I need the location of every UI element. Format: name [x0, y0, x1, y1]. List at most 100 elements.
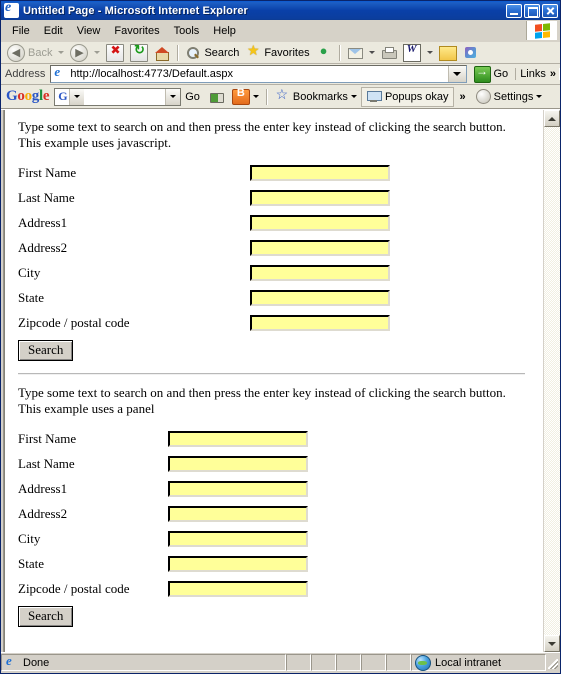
favorites-button[interactable]: Favorites — [242, 42, 312, 62]
notes-button[interactable] — [436, 44, 460, 62]
label-zipcode-panel: Zipcode / postal code — [18, 580, 130, 596]
input-zipcode-panel[interactable] — [168, 580, 308, 597]
print-button[interactable] — [378, 44, 400, 62]
input-last-name-panel[interactable] — [168, 455, 308, 472]
form-row: First Name — [18, 426, 543, 451]
resize-grip[interactable] — [546, 654, 560, 671]
google-search-input[interactable]: G — [54, 87, 182, 106]
magnifier-icon — [185, 45, 201, 61]
links-chevron-icon[interactable]: » — [550, 68, 556, 80]
status-message-pane: Done — [1, 653, 286, 671]
google-overflow-chevron-icon[interactable]: » — [460, 91, 466, 103]
input-address1-panel[interactable] — [168, 480, 308, 497]
google-bookmarks-button[interactable]: Bookmarks — [270, 86, 361, 106]
input-address2-panel[interactable] — [168, 505, 308, 522]
edit-word-button[interactable] — [400, 43, 424, 63]
label-address2: Address2 — [18, 239, 68, 255]
input-address2[interactable] — [250, 239, 390, 256]
google-g-icon: G — [58, 89, 68, 103]
label-state: State — [18, 289, 44, 305]
label-state-panel: State — [18, 555, 44, 571]
input-city[interactable] — [250, 264, 390, 281]
google-go-label: Go — [185, 90, 200, 103]
input-state[interactable] — [250, 289, 390, 306]
home-button[interactable] — [151, 44, 173, 62]
search-button-panel[interactable]: Search — [18, 606, 74, 627]
word-icon — [402, 43, 421, 62]
vertical-scrollbar[interactable] — [543, 110, 560, 652]
popup-blocker-button[interactable]: Popups okay — [360, 86, 454, 107]
media-button[interactable] — [313, 43, 335, 62]
section-1-button-row: Search — [18, 335, 543, 361]
security-zone-text: Local intranet — [435, 656, 502, 669]
page-icon — [53, 64, 68, 81]
menu-help[interactable]: Help — [206, 23, 243, 39]
google-go-button[interactable]: Go — [181, 90, 204, 104]
refresh-button[interactable] — [127, 42, 151, 63]
go-button[interactable]: Go — [471, 64, 512, 84]
messenger-button[interactable] — [460, 44, 482, 62]
form-row: Zipcode / postal code — [18, 310, 543, 335]
input-zipcode[interactable] — [250, 314, 390, 331]
messenger-icon — [463, 45, 479, 61]
menu-favorites[interactable]: Favorites — [107, 23, 166, 39]
stop-icon — [106, 43, 125, 62]
scroll-down-button[interactable] — [544, 635, 560, 652]
form-row: Address2 — [18, 235, 543, 260]
blogger-dropdown-icon[interactable] — [252, 95, 259, 98]
input-city-panel[interactable] — [168, 530, 308, 547]
google-history-dropdown[interactable] — [165, 88, 181, 105]
minimize-button[interactable] — [506, 3, 522, 18]
mail-dropdown-icon[interactable] — [368, 51, 375, 54]
menu-tools[interactable]: Tools — [167, 23, 207, 39]
google-search-type-dropdown[interactable] — [68, 88, 84, 105]
menu-edit[interactable]: Edit — [37, 23, 70, 39]
forward-button[interactable]: ▶ — [67, 43, 91, 63]
links-label: Links — [520, 68, 546, 80]
scrollbar-track[interactable] — [544, 127, 560, 635]
menu-view[interactable]: View — [70, 23, 108, 39]
scroll-up-button[interactable] — [544, 110, 560, 127]
maximize-button[interactable] — [524, 3, 540, 18]
favorites-button-label: Favorites — [264, 46, 310, 59]
google-toolbar: Google G Go Bookmarks Popups okay » — [1, 85, 560, 109]
document-area: Type some text to search on and then pre… — [1, 109, 560, 652]
menu-file[interactable]: File — [5, 23, 37, 39]
google-settings-button[interactable]: Settings — [472, 88, 547, 105]
edit-dropdown-icon[interactable] — [426, 51, 433, 54]
back-button[interactable]: ◀ Back — [4, 43, 55, 63]
settings-dropdown-icon[interactable] — [536, 95, 543, 98]
mail-button[interactable] — [344, 44, 366, 62]
address-label: Address — [5, 68, 46, 80]
bookmarks-dropdown-icon[interactable] — [350, 95, 357, 98]
stop-button[interactable] — [103, 43, 127, 63]
address-url-text: http://localhost:4773/Default.aspx — [70, 68, 234, 80]
settings-icon — [475, 89, 491, 104]
input-last-name[interactable] — [250, 189, 390, 206]
star-icon — [245, 42, 261, 61]
security-zone-pane[interactable]: Local intranet — [411, 654, 546, 671]
refresh-icon — [130, 42, 149, 62]
google-blogger-button[interactable] — [228, 87, 263, 106]
address-input[interactable]: http://localhost:4773/Default.aspx — [50, 64, 467, 83]
input-address1[interactable] — [250, 214, 390, 231]
input-first-name-panel[interactable] — [168, 430, 308, 447]
search-button-javascript[interactable]: Search — [18, 340, 74, 361]
search-button[interactable]: Search — [182, 44, 242, 62]
form-row: Address1 — [18, 476, 543, 501]
address-bar: Address http://localhost:4773/Default.as… — [1, 64, 560, 85]
form-row: Zipcode / postal code — [18, 576, 543, 601]
input-state-panel[interactable] — [168, 555, 308, 572]
address-dropdown-button[interactable] — [447, 66, 466, 82]
google-separator — [265, 88, 267, 105]
links-button[interactable]: Links » — [515, 68, 560, 80]
blogger-icon — [231, 87, 250, 105]
close-button[interactable] — [542, 3, 558, 18]
google-highlight-button[interactable] — [204, 88, 228, 106]
label-last-name: Last Name — [18, 189, 75, 205]
forward-dropdown-icon[interactable] — [94, 51, 101, 54]
input-first-name[interactable] — [250, 164, 390, 181]
back-dropdown-icon[interactable] — [58, 51, 65, 54]
monitor-icon — [366, 89, 382, 105]
status-pane-1 — [286, 654, 311, 671]
